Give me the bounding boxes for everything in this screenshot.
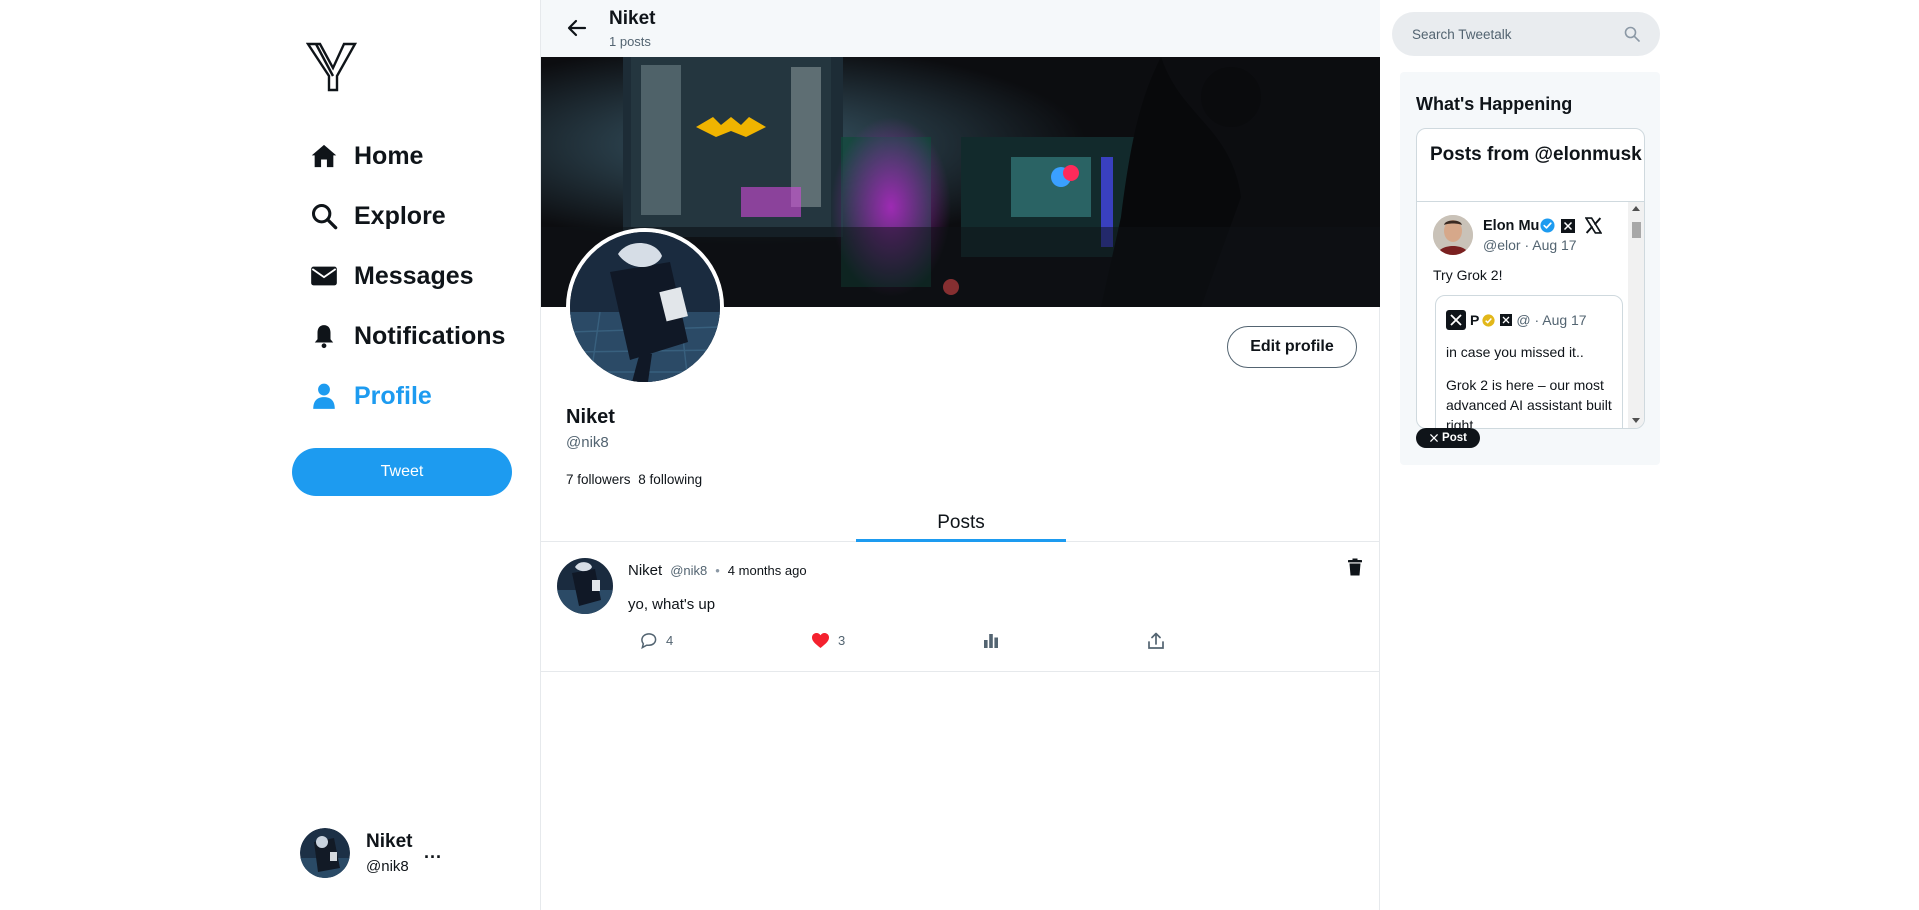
header-post-count: 1 posts — [609, 34, 651, 49]
search-icon — [308, 200, 340, 232]
whats-happening-title: What's Happening — [1416, 94, 1573, 114]
profile-header-bar: Niket 1 posts — [541, 0, 1380, 57]
nav-messages-label: Messages — [354, 261, 474, 290]
quote-author-name[interactable]: P — [1470, 312, 1479, 328]
scroll-down-arrow[interactable] — [1632, 418, 1640, 423]
x-post-button[interactable]: Post — [1416, 428, 1480, 448]
x-logo-icon — [1446, 310, 1466, 330]
tab-posts[interactable]: Posts — [856, 506, 1066, 542]
right-sidebar: What's Happening Posts from @elonmusk El… — [1380, 0, 1919, 910]
account-handle: @nik8 — [366, 858, 409, 875]
analytics-button[interactable] — [983, 632, 1007, 648]
post-author-name[interactable]: Niket — [628, 562, 662, 579]
header-name: Niket — [609, 8, 656, 29]
quote-text: in case you missed it.. Grok 2 is here –… — [1446, 342, 1616, 429]
tweet-button[interactable]: Tweet — [292, 448, 512, 496]
search-input[interactable] — [1392, 12, 1660, 56]
embed-title: Posts from @elonmusk — [1430, 144, 1642, 165]
embedded-timeline[interactable]: Posts from @elonmusk Elon Mu @elor · Aug… — [1416, 128, 1645, 429]
profile-stats: 7 followers 8 following — [566, 472, 706, 487]
share-button[interactable] — [1147, 632, 1173, 650]
following-link[interactable]: 8 following — [638, 472, 702, 487]
search-icon[interactable] — [1624, 26, 1640, 42]
user-icon — [308, 380, 340, 412]
embed-scrollbar[interactable] — [1628, 202, 1644, 428]
profile-handle: @nik8 — [566, 434, 609, 451]
bell-icon — [308, 320, 340, 352]
x-post-label: Post — [1442, 432, 1467, 444]
reply-button[interactable]: 4 — [639, 632, 673, 649]
profile-name: Niket — [566, 406, 615, 428]
embed-author-row: Elon Mu — [1483, 217, 1603, 234]
post-author-handle[interactable]: @nik8 — [670, 563, 707, 578]
profile-avatar[interactable] — [566, 228, 724, 386]
nav-profile[interactable]: Profile — [308, 376, 432, 416]
followers-link[interactable]: 7 followers — [566, 472, 631, 487]
x-affiliate-badge-icon — [1500, 314, 1513, 326]
quote-text-line-2: Grok 2 is here – our most advanced AI as… — [1446, 377, 1612, 429]
reply-icon — [641, 633, 657, 649]
embed-author-name[interactable]: Elon Mu — [1483, 218, 1539, 234]
whats-happening-panel: What's Happening Posts from @elonmusk El… — [1400, 72, 1660, 465]
x-logo-icon[interactable] — [1585, 217, 1603, 234]
nav-notifications-label: Notifications — [354, 321, 506, 350]
post-actions: 4 3 — [639, 632, 1299, 656]
logo-icon[interactable] — [306, 40, 358, 92]
quote-meta: @ · Aug 17 — [1516, 312, 1587, 328]
account-switcher[interactable]: Niket @nik8 ... — [300, 828, 441, 878]
nav-explore-label: Explore — [354, 201, 446, 230]
home-icon — [308, 140, 340, 172]
quote-text-line-1: in case you missed it.. — [1446, 344, 1584, 360]
like-button[interactable]: 3 — [811, 632, 845, 649]
post-text: yo, what's up — [628, 596, 716, 613]
embed-divider — [1417, 201, 1644, 202]
back-arrow-icon[interactable] — [565, 16, 589, 40]
x-affiliate-badge-icon — [1561, 218, 1576, 233]
nav-profile-label: Profile — [354, 381, 432, 410]
scroll-up-arrow[interactable] — [1632, 206, 1640, 211]
gold-verified-badge-icon — [1482, 313, 1495, 327]
x-logo-icon — [1430, 433, 1439, 443]
post-separator: • — [715, 563, 720, 578]
mail-icon — [308, 260, 340, 292]
more-options-button[interactable]: ... — [424, 842, 442, 863]
heart-icon — [812, 632, 829, 649]
embed-author-handle: @elor · Aug 17 — [1483, 237, 1577, 253]
verified-badge-icon — [1540, 218, 1555, 233]
post-item[interactable]: Niket @nik8 • 4 months ago yo, what's up… — [541, 542, 1380, 672]
account-name: Niket — [366, 831, 413, 852]
account-avatar — [300, 828, 350, 878]
like-count: 3 — [838, 633, 846, 648]
quote-header: P @ · Aug 17 — [1446, 310, 1587, 330]
post-avatar[interactable] — [557, 558, 613, 614]
post-timestamp: 4 months ago — [727, 563, 807, 578]
profile-tabs: Posts — [541, 506, 1380, 542]
edit-profile-button[interactable]: Edit profile — [1227, 326, 1357, 368]
embed-tweet-text: Try Grok 2! — [1433, 267, 1503, 283]
nav-home-label: Home — [354, 141, 424, 170]
nav-explore[interactable]: Explore — [308, 196, 446, 236]
bar-chart-icon — [984, 634, 998, 648]
reply-count: 4 — [666, 633, 674, 648]
left-sidebar: Home Explore Messages Notifications Prof… — [0, 0, 540, 910]
nav-messages[interactable]: Messages — [308, 256, 474, 296]
embed-author-avatar[interactable] — [1433, 215, 1473, 255]
nav-home[interactable]: Home — [308, 136, 423, 176]
delete-post-icon[interactable] — [1347, 558, 1363, 576]
share-icon — [1148, 632, 1164, 649]
embed-quoted-tweet[interactable]: P @ · Aug 17 in case you missed it.. Gro… — [1435, 295, 1623, 429]
nav-notifications[interactable]: Notifications — [308, 316, 505, 356]
profile-main-column: Niket 1 posts Edit profile Niket @nik8 7… — [540, 0, 1380, 910]
scroll-thumb[interactable] — [1632, 222, 1641, 238]
